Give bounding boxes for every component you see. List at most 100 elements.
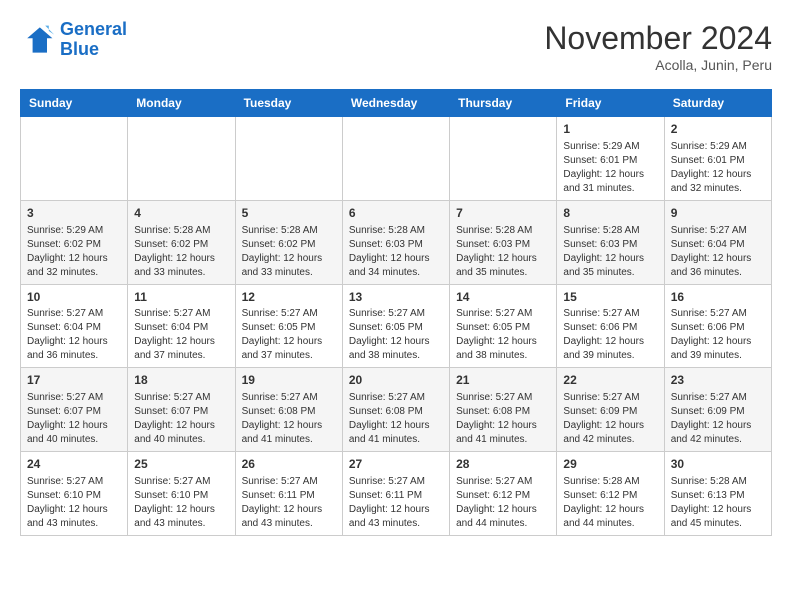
calendar-header-row: SundayMondayTuesdayWednesdayThursdayFrid… — [21, 90, 772, 117]
day-number: 10 — [27, 289, 121, 306]
day-number: 12 — [242, 289, 336, 306]
day-info: Sunrise: 5:27 AM Sunset: 6:04 PM Dayligh… — [671, 224, 765, 280]
day-number: 6 — [349, 205, 443, 222]
day-info: Sunrise: 5:27 AM Sunset: 6:04 PM Dayligh… — [134, 307, 228, 363]
calendar-day-cell: 18 Sunrise: 5:27 AM Sunset: 6:07 PM Dayli… — [128, 368, 235, 452]
day-number: 30 — [671, 456, 765, 473]
calendar-header-cell: Thursday — [450, 90, 557, 117]
day-number: 18 — [134, 372, 228, 389]
calendar-day-cell: 4 Sunrise: 5:28 AM Sunset: 6:02 PM Daylig… — [128, 200, 235, 284]
calendar-day-cell — [235, 117, 342, 201]
day-info: Sunrise: 5:27 AM Sunset: 6:07 PM Dayligh… — [134, 391, 228, 447]
day-number: 26 — [242, 456, 336, 473]
calendar-day-cell: 28Sunrise: 5:27 AM Sunset: 6:12 PM Dayli… — [450, 452, 557, 536]
day-info: Sunrise: 5:27 AM Sunset: 6:05 PM Dayligh… — [349, 307, 443, 363]
calendar-week-row: 17 Sunrise: 5:27 AM Sunset: 6:07 PM Dayli… — [21, 368, 772, 452]
calendar-day-cell: 20 Sunrise: 5:27 AM Sunset: 6:08 PM Dayli… — [342, 368, 449, 452]
day-number: 14 — [456, 289, 550, 306]
calendar-header-cell: Monday — [128, 90, 235, 117]
calendar-day-cell — [21, 117, 128, 201]
logo: General Blue — [20, 20, 127, 60]
calendar-day-cell: 26Sunrise: 5:27 AM Sunset: 6:11 PM Dayli… — [235, 452, 342, 536]
day-number: 2 — [671, 121, 765, 138]
calendar-day-cell: 12Sunrise: 5:27 AM Sunset: 6:05 PM Dayli… — [235, 284, 342, 368]
day-info: Sunrise: 5:27 AM Sunset: 6:10 PM Dayligh… — [134, 475, 228, 531]
day-number: 29 — [563, 456, 657, 473]
day-info: Sunrise: 5:28 AM Sunset: 6:12 PM Dayligh… — [563, 475, 657, 531]
day-info: Sunrise: 5:29 AM Sunset: 6:01 PM Dayligh… — [563, 140, 657, 196]
day-number: 1 — [563, 121, 657, 138]
calendar-day-cell: 5 Sunrise: 5:28 AM Sunset: 6:02 PM Daylig… — [235, 200, 342, 284]
calendar-header-cell: Wednesday — [342, 90, 449, 117]
day-info: Sunrise: 5:27 AM Sunset: 6:05 PM Dayligh… — [242, 307, 336, 363]
day-info: Sunrise: 5:27 AM Sunset: 6:06 PM Dayligh… — [563, 307, 657, 363]
calendar-day-cell: 24 Sunrise: 5:27 AM Sunset: 6:10 PM Dayli… — [21, 452, 128, 536]
day-info: Sunrise: 5:28 AM Sunset: 6:03 PM Dayligh… — [349, 224, 443, 280]
calendar-day-cell: 21Sunrise: 5:27 AM Sunset: 6:08 PM Dayli… — [450, 368, 557, 452]
day-info: Sunrise: 5:27 AM Sunset: 6:11 PM Dayligh… — [349, 475, 443, 531]
calendar-week-row: 1 Sunrise: 5:29 AM Sunset: 6:01 PM Daylig… — [21, 117, 772, 201]
calendar-week-row: 24 Sunrise: 5:27 AM Sunset: 6:10 PM Dayli… — [21, 452, 772, 536]
day-number: 16 — [671, 289, 765, 306]
day-number: 21 — [456, 372, 550, 389]
day-info: Sunrise: 5:28 AM Sunset: 6:02 PM Dayligh… — [134, 224, 228, 280]
calendar-day-cell: 8Sunrise: 5:28 AM Sunset: 6:03 PM Daylig… — [557, 200, 664, 284]
day-number: 22 — [563, 372, 657, 389]
day-info: Sunrise: 5:29 AM Sunset: 6:02 PM Dayligh… — [27, 224, 121, 280]
day-info: Sunrise: 5:27 AM Sunset: 6:12 PM Dayligh… — [456, 475, 550, 531]
day-info: Sunrise: 5:27 AM Sunset: 6:10 PM Dayligh… — [27, 475, 121, 531]
day-number: 27 — [349, 456, 443, 473]
day-info: Sunrise: 5:27 AM Sunset: 6:05 PM Dayligh… — [456, 307, 550, 363]
day-number: 4 — [134, 205, 228, 222]
calendar-day-cell: 1 Sunrise: 5:29 AM Sunset: 6:01 PM Daylig… — [557, 117, 664, 201]
day-number: 9 — [671, 205, 765, 222]
calendar-day-cell: 14Sunrise: 5:27 AM Sunset: 6:05 PM Dayli… — [450, 284, 557, 368]
calendar-body: 1 Sunrise: 5:29 AM Sunset: 6:01 PM Daylig… — [21, 117, 772, 536]
calendar-day-cell: 3 Sunrise: 5:29 AM Sunset: 6:02 PM Daylig… — [21, 200, 128, 284]
calendar-header-cell: Saturday — [664, 90, 771, 117]
calendar-day-cell: 19 Sunrise: 5:27 AM Sunset: 6:08 PM Dayli… — [235, 368, 342, 452]
logo-icon — [20, 22, 56, 58]
day-number: 19 — [242, 372, 336, 389]
calendar-week-row: 10Sunrise: 5:27 AM Sunset: 6:04 PM Dayli… — [21, 284, 772, 368]
day-info: Sunrise: 5:28 AM Sunset: 6:03 PM Dayligh… — [456, 224, 550, 280]
day-info: Sunrise: 5:27 AM Sunset: 6:08 PM Dayligh… — [349, 391, 443, 447]
day-number: 15 — [563, 289, 657, 306]
calendar-day-cell: 17Sunrise: 5:27 AM Sunset: 6:07 PM Dayli… — [21, 368, 128, 452]
day-info: Sunrise: 5:27 AM Sunset: 6:08 PM Dayligh… — [242, 391, 336, 447]
calendar-day-cell: 29 Sunrise: 5:28 AM Sunset: 6:12 PM Dayli… — [557, 452, 664, 536]
day-number: 5 — [242, 205, 336, 222]
calendar-header-cell: Friday — [557, 90, 664, 117]
calendar-day-cell: 22Sunrise: 5:27 AM Sunset: 6:09 PM Dayli… — [557, 368, 664, 452]
day-number: 7 — [456, 205, 550, 222]
calendar-day-cell: 7 Sunrise: 5:28 AM Sunset: 6:03 PM Daylig… — [450, 200, 557, 284]
calendar-day-cell — [128, 117, 235, 201]
day-info: Sunrise: 5:28 AM Sunset: 6:03 PM Dayligh… — [563, 224, 657, 280]
month-title: November 2024 — [544, 20, 772, 57]
day-number: 11 — [134, 289, 228, 306]
calendar-day-cell: 25Sunrise: 5:27 AM Sunset: 6:10 PM Dayli… — [128, 452, 235, 536]
calendar-header-cell: Sunday — [21, 90, 128, 117]
calendar-day-cell: 23Sunrise: 5:27 AM Sunset: 6:09 PM Dayli… — [664, 368, 771, 452]
page-header: General Blue November 2024 Acolla, Junin… — [20, 20, 772, 73]
calendar-week-row: 3 Sunrise: 5:29 AM Sunset: 6:02 PM Daylig… — [21, 200, 772, 284]
calendar-day-cell: 15Sunrise: 5:27 AM Sunset: 6:06 PM Dayli… — [557, 284, 664, 368]
day-info: Sunrise: 5:27 AM Sunset: 6:06 PM Dayligh… — [671, 307, 765, 363]
day-number: 20 — [349, 372, 443, 389]
logo-text: General Blue — [60, 20, 127, 60]
calendar-day-cell: 6 Sunrise: 5:28 AM Sunset: 6:03 PM Daylig… — [342, 200, 449, 284]
day-number: 24 — [27, 456, 121, 473]
calendar-day-cell — [450, 117, 557, 201]
calendar-day-cell: 9 Sunrise: 5:27 AM Sunset: 6:04 PM Daylig… — [664, 200, 771, 284]
title-block: November 2024 Acolla, Junin, Peru — [544, 20, 772, 73]
calendar-day-cell: 10Sunrise: 5:27 AM Sunset: 6:04 PM Dayli… — [21, 284, 128, 368]
day-number: 17 — [27, 372, 121, 389]
calendar-day-cell — [342, 117, 449, 201]
day-info: Sunrise: 5:28 AM Sunset: 6:13 PM Dayligh… — [671, 475, 765, 531]
calendar-day-cell: 30 Sunrise: 5:28 AM Sunset: 6:13 PM Dayli… — [664, 452, 771, 536]
day-info: Sunrise: 5:28 AM Sunset: 6:02 PM Dayligh… — [242, 224, 336, 280]
day-info: Sunrise: 5:27 AM Sunset: 6:04 PM Dayligh… — [27, 307, 121, 363]
day-number: 3 — [27, 205, 121, 222]
calendar-day-cell: 27 Sunrise: 5:27 AM Sunset: 6:11 PM Dayli… — [342, 452, 449, 536]
calendar-day-cell: 16Sunrise: 5:27 AM Sunset: 6:06 PM Dayli… — [664, 284, 771, 368]
